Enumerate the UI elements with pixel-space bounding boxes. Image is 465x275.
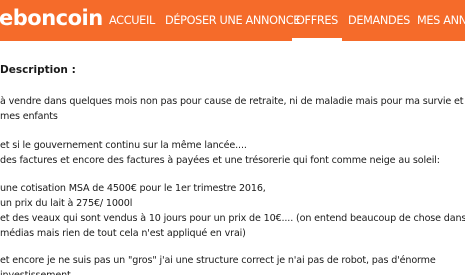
nav-deposer-annonce[interactable]: DÉPOSER UNE ANNONCE xyxy=(165,0,300,41)
description-line: des factures et encore des factures à pa… xyxy=(0,155,440,166)
description-line: investissement xyxy=(0,270,71,275)
description-line: mes enfants xyxy=(0,111,58,122)
description-line: une cotisation MSA de 4500€ pour le 1er … xyxy=(0,183,266,194)
nav-accueil[interactable]: ACCUEIL xyxy=(109,0,155,41)
description-line: et encore je ne suis pas un "gros" j'ai … xyxy=(0,255,436,266)
description-line: et si le gouvernement continu sur la mêm… xyxy=(0,140,247,151)
description-line: à vendre dans quelques mois non pas pour… xyxy=(0,96,465,107)
description-line: médias mais rien de tout cela n'est appl… xyxy=(0,228,246,239)
site-logo[interactable]: eboncoin xyxy=(0,6,103,30)
nav-mes-annonces[interactable]: MES ANNON xyxy=(417,0,465,41)
description-heading: Description : xyxy=(0,64,76,76)
ad-description-section: Description : à vendre dans quelques moi… xyxy=(0,41,465,275)
description-line: et des veaux qui sont vendus à 10 jours … xyxy=(0,213,465,224)
nav-offres[interactable]: OFFRES xyxy=(292,0,342,41)
top-navigation-bar: eboncoin ACCUEIL DÉPOSER UNE ANNONCE OFF… xyxy=(0,0,465,41)
description-line: un prix du lait à 275€/ 1000l xyxy=(0,198,133,209)
nav-demandes[interactable]: DEMANDES xyxy=(348,0,410,41)
